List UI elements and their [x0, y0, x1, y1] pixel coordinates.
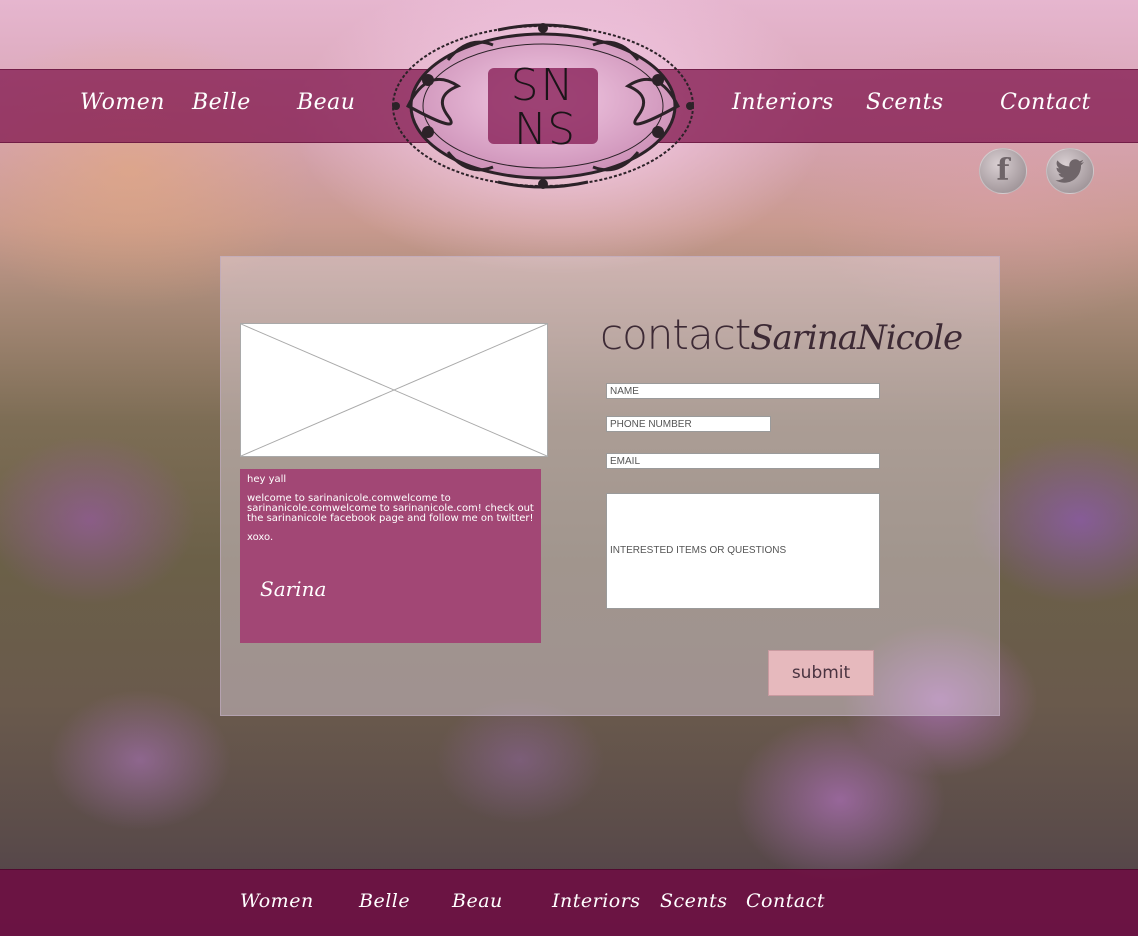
- site-logo[interactable]: SN SN: [388, 20, 698, 192]
- message-field[interactable]: [606, 493, 880, 609]
- footer-item-contact[interactable]: Contact: [746, 890, 825, 912]
- placeholder-cross: [240, 323, 548, 457]
- logo-monogram: SN SN: [510, 60, 576, 153]
- nav-item-contact[interactable]: Contact: [1000, 90, 1091, 115]
- welcome-greeting: hey yall: [247, 474, 287, 485]
- facebook-icon: f: [996, 153, 1010, 188]
- footer-item-women[interactable]: Women: [240, 890, 314, 912]
- welcome-body: welcome to sarinanicole.comwelcome to sa…: [247, 493, 534, 524]
- phone-field[interactable]: [606, 416, 771, 432]
- nav-item-beau[interactable]: Beau: [297, 90, 355, 115]
- footer-item-belle[interactable]: Belle: [359, 890, 410, 912]
- welcome-signoff: xoxo.: [247, 532, 274, 543]
- welcome-signature: Sarina: [260, 577, 327, 601]
- nav-item-scents[interactable]: Scents: [866, 90, 944, 115]
- footer-item-scents[interactable]: Scents: [660, 890, 728, 912]
- nav-item-belle[interactable]: Belle: [192, 90, 251, 115]
- submit-button[interactable]: submit: [768, 650, 874, 696]
- twitter-icon: [1055, 159, 1084, 183]
- image-placeholder: [240, 323, 548, 457]
- email-field[interactable]: [606, 453, 880, 469]
- facebook-button[interactable]: f: [979, 148, 1027, 194]
- contact-heading: contactSarinaNicole: [600, 310, 963, 362]
- footer-item-interiors[interactable]: Interiors: [552, 890, 641, 912]
- footer-nav-bar: Women Belle Beau Interiors Scents Contac…: [0, 869, 1138, 936]
- contact-heading-name: SarinaNicole: [750, 318, 963, 358]
- nav-item-women[interactable]: Women: [80, 90, 165, 115]
- twitter-button[interactable]: [1046, 148, 1094, 194]
- name-field[interactable]: [606, 383, 880, 399]
- welcome-box: hey yall welcome to sarinanicole.comwelc…: [240, 469, 541, 643]
- nav-item-interiors[interactable]: Interiors: [732, 90, 834, 115]
- contact-heading-word: contact: [600, 310, 751, 359]
- footer-item-beau[interactable]: Beau: [452, 890, 503, 912]
